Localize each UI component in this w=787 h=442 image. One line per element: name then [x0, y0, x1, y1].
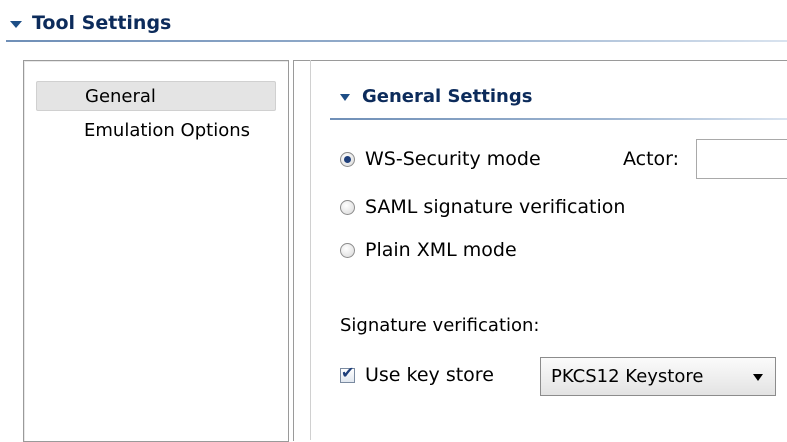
nav-item-emulation-options[interactable]: Emulation Options — [36, 116, 276, 146]
actor-label: Actor: — [623, 148, 680, 170]
checkbox-icon[interactable]: ✔ — [340, 362, 355, 383]
radio-plain-xml-mode[interactable]: Plain XML mode — [340, 236, 517, 264]
radio-label: WS-Security mode — [365, 148, 541, 170]
radio-ws-security-mode[interactable]: WS-Security mode — [340, 145, 541, 173]
keystore-select-value: PKCS12 Keystore — [551, 366, 704, 387]
collapse-triangle-icon[interactable] — [10, 20, 22, 28]
collapse-triangle-icon[interactable] — [340, 94, 350, 101]
tool-settings-divider — [6, 40, 787, 42]
dropdown-arrow-icon — [753, 374, 763, 381]
nav-item-label: General — [85, 86, 156, 107]
actor-input[interactable] — [696, 139, 787, 179]
general-settings-title: General Settings — [362, 86, 533, 107]
radio-button-icon[interactable] — [340, 242, 355, 258]
settings-nav-panel: General Emulation Options — [23, 60, 289, 442]
general-settings-header[interactable]: General Settings — [340, 86, 532, 107]
use-key-store-checkbox[interactable]: ✔ Use key store — [340, 361, 494, 389]
radio-saml-signature-verification[interactable]: SAML signature verification — [340, 193, 625, 221]
radio-label: SAML signature verification — [365, 196, 626, 218]
signature-verification-label: Signature verification: — [340, 315, 540, 336]
radio-button-icon[interactable] — [340, 199, 355, 215]
general-settings-divider — [330, 118, 787, 120]
tool-settings-title: Tool Settings — [32, 12, 172, 34]
checkbox-label: Use key store — [365, 364, 494, 386]
keystore-type-select[interactable]: PKCS12 Keystore — [540, 357, 776, 396]
nav-item-label: Emulation Options — [84, 120, 250, 141]
tool-settings-header[interactable]: Tool Settings — [10, 6, 171, 40]
nav-item-general[interactable]: General — [36, 81, 276, 111]
checkmark-icon: ✔ — [341, 362, 355, 382]
radio-button-icon[interactable] — [340, 151, 355, 167]
radio-label: Plain XML mode — [365, 239, 517, 261]
panel-splitter[interactable] — [310, 60, 311, 440]
